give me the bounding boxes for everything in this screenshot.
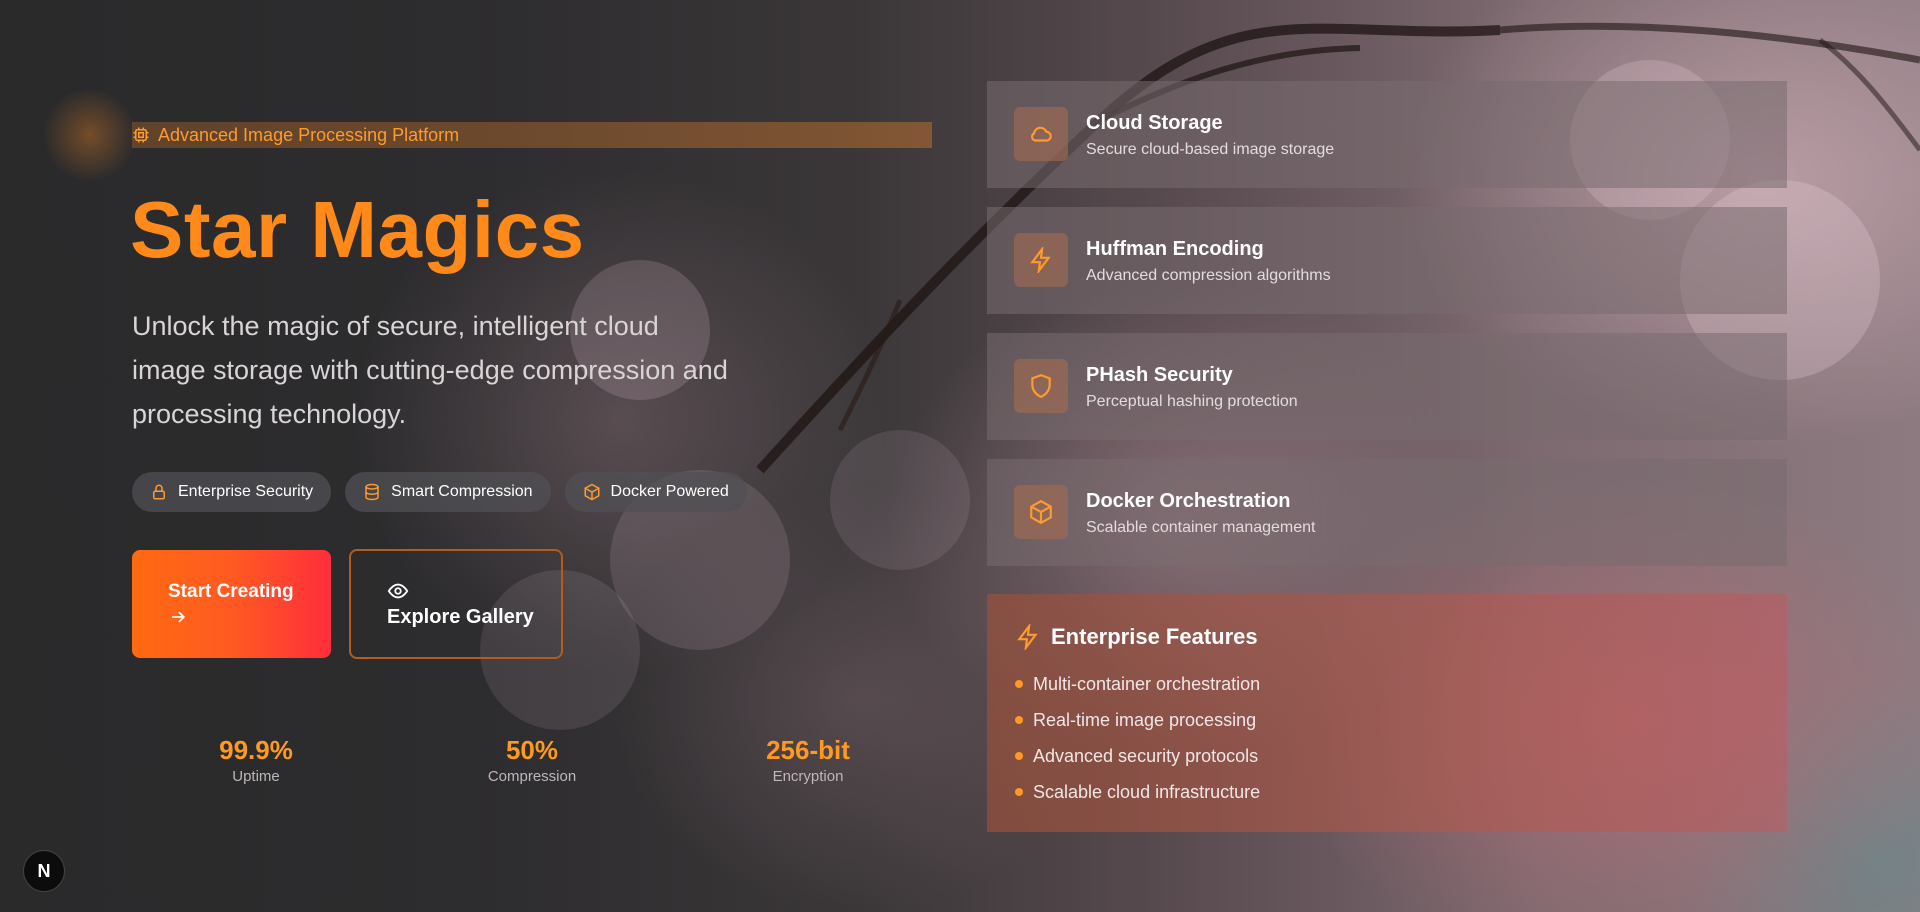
eye-icon [387, 583, 409, 598]
feature-icon-box [1014, 359, 1068, 413]
chip-icon [133, 127, 149, 143]
stat-uptime: 99.9% Uptime [156, 734, 356, 785]
start-creating-label: Start Creating [168, 581, 294, 602]
feature-icon-box [1014, 107, 1068, 161]
lock-icon [153, 484, 165, 500]
list-item-text: Advanced security protocols [1033, 745, 1259, 766]
box-icon [584, 483, 600, 501]
hero-subtitle: Unlock the magic of secure, intelligent … [132, 311, 728, 429]
list-item-text: Multi-container orchestration [1033, 673, 1261, 694]
explore-gallery-button[interactable]: Explore Gallery [349, 549, 563, 659]
list-item: Multi-container orchestration [1015, 666, 1260, 702]
start-creating-button[interactable]: Start Creating [132, 550, 331, 658]
nextjs-badge-button[interactable]: N [23, 850, 65, 892]
feature-card-docker-orchestration: Docker Orchestration Scalable container … [987, 459, 1787, 566]
feature-card-huffman-encoding: Huffman Encoding Advanced compression al… [987, 207, 1787, 314]
pill-label: Smart Compression [391, 483, 533, 500]
stat-compression: 50% Compression [432, 734, 632, 785]
feature-card-cloud-storage: Cloud Storage Secure cloud-based image s… [987, 81, 1787, 188]
enterprise-header: Enterprise Features [1015, 624, 1258, 650]
explore-gallery-label: Explore Gallery [387, 605, 534, 628]
pill-label: Docker Powered [610, 483, 729, 500]
list-item-text: Real-time image processing [1033, 709, 1257, 730]
feature-icon-box [1014, 485, 1068, 539]
accent-glow [40, 90, 140, 180]
enterprise-features-panel: Enterprise Features Multi-container orch… [987, 594, 1787, 832]
badge-label: N [37, 860, 51, 881]
page-title: Star Magics [130, 185, 585, 274]
feature-icon-box [1014, 233, 1068, 287]
pill-docker-powered: Docker Powered [564, 472, 747, 512]
pill-enterprise-security: Enterprise Security [132, 472, 332, 512]
stats-row: 99.9% Uptime 50% Compression 256-bit Enc… [132, 734, 932, 794]
list-item: Scalable cloud infrastructure [1015, 774, 1260, 810]
feature-title: PHash Security [1086, 364, 1233, 386]
stat-encryption: 256-bit Encryption [708, 734, 908, 785]
stat-label: Encryption [772, 768, 844, 785]
pill-smart-compression: Smart Compression [345, 472, 551, 512]
lightning-icon [1017, 624, 1038, 650]
lightning-icon [1030, 247, 1051, 273]
feature-title: Huffman Encoding [1086, 238, 1264, 260]
enterprise-title: Enterprise Features [1051, 624, 1258, 649]
feature-desc: Secure cloud-based image storage [1086, 141, 1335, 158]
stat-value: 99.9% [219, 735, 293, 765]
platform-tagline: Advanced Image Processing Platform [132, 122, 932, 148]
stat-value: 50% [505, 735, 559, 765]
bullet-dot [1015, 716, 1023, 724]
list-item: Advanced security protocols [1015, 738, 1260, 774]
bullet-dot [1015, 752, 1023, 760]
feature-title: Cloud Storage [1086, 112, 1223, 134]
feature-card-phash-security: PHash Security Perceptual hashing protec… [987, 333, 1787, 440]
shield-icon [1031, 374, 1051, 399]
database-icon [365, 483, 379, 501]
list-item-text: Scalable cloud infrastructure [1033, 781, 1261, 802]
stat-label: Compression [487, 768, 577, 785]
bullet-dot [1015, 788, 1023, 796]
landing-page: Advanced Image Processing Platform Star … [0, 0, 1920, 912]
arrow-right-icon [172, 611, 186, 623]
enterprise-list: Multi-container orchestration Real-time … [1015, 666, 1260, 810]
feature-desc: Scalable container management [1086, 519, 1316, 536]
feature-desc: Perceptual hashing protection [1086, 393, 1298, 410]
bullet-dot [1015, 680, 1023, 688]
stat-value: 256-bit [766, 735, 850, 765]
cloud-icon [1031, 126, 1052, 142]
feature-pills: Enterprise Security Smart Compression Do… [132, 472, 747, 512]
feature-desc: Advanced compression algorithms [1086, 267, 1331, 284]
feature-title: Docker Orchestration [1086, 490, 1291, 512]
box-icon [1030, 499, 1052, 525]
stat-label: Uptime [232, 768, 280, 785]
list-item: Real-time image processing [1015, 702, 1260, 738]
pill-label: Enterprise Security [178, 483, 314, 500]
tagline-text: Advanced Image Processing Platform [158, 124, 460, 145]
